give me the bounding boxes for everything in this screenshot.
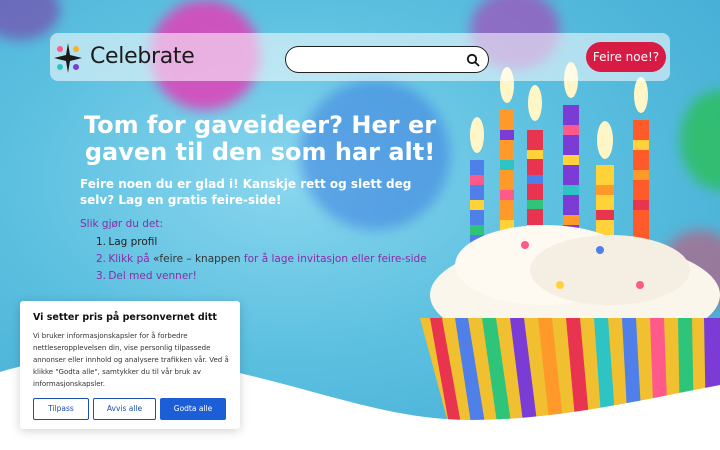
accept-all-button[interactable]: Godta alle — [160, 398, 226, 420]
step-item: 1. Lag profil — [96, 234, 427, 251]
brand-name[interactable]: Celebrate — [90, 44, 195, 69]
search-input[interactable] — [298, 51, 458, 69]
step-number: 2. — [96, 253, 107, 265]
step-item: 2. Klikk på «feire – knappen for å lage … — [96, 251, 427, 268]
celebrate-button[interactable]: Feire noe!? — [586, 42, 666, 72]
step-number: 3. — [96, 270, 107, 282]
cookie-title: Vi setter pris på personvernet ditt — [33, 312, 217, 323]
step-text-emphasis: «feire – knappen — [153, 253, 241, 265]
logo-icon[interactable] — [51, 41, 85, 75]
search-icon[interactable] — [466, 53, 480, 67]
step-number: 1. — [96, 236, 107, 248]
step-text: Klikk på — [108, 253, 153, 265]
step-text: Lag profil — [108, 236, 158, 248]
step-item: 3. Del med venner! — [96, 268, 427, 285]
cookie-consent-panel: Vi setter pris på personvernet ditt Vi b… — [20, 301, 240, 429]
reject-all-button[interactable]: Avvis alle — [93, 398, 156, 420]
step-text: for å lage invitasjon eller feire-side — [240, 253, 427, 265]
howto-heading: Slik gjør du det: — [80, 218, 164, 230]
search-box — [285, 46, 489, 73]
cookie-body: Vi bruker informasjonskapsler for å forb… — [33, 332, 229, 388]
hero-subtitle: Feire noen du er glad i! Kanskje rett og… — [80, 177, 412, 207]
step-text: Del med venner! — [108, 270, 197, 282]
hero-title: Tom for gaveideer? Her er gaven til den … — [83, 111, 437, 166]
customize-button[interactable]: Tilpass — [33, 398, 89, 420]
steps-list: 1. Lag profil 2. Klikk på «feire – knapp… — [96, 234, 427, 285]
